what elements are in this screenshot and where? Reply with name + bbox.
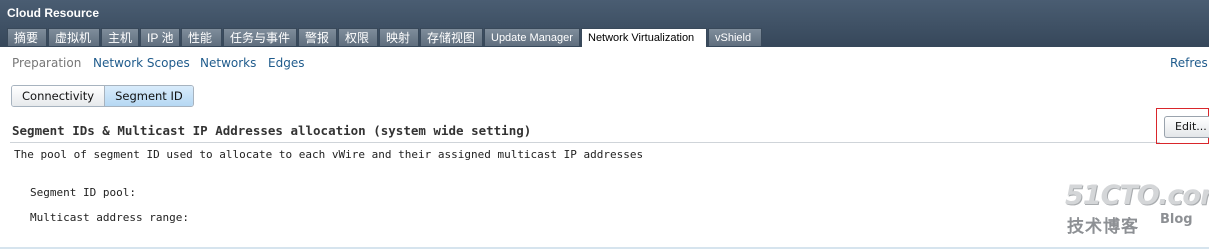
- tab-permissions[interactable]: 权限: [338, 28, 378, 46]
- bottom-border: [0, 247, 1209, 249]
- segment-id-pool-label: Segment ID pool:: [30, 186, 136, 199]
- tab-tasks-events[interactable]: 任务与事件: [223, 28, 297, 46]
- refresh-link[interactable]: Refres: [1170, 56, 1208, 70]
- multicast-address-range-label: Multicast address range:: [30, 211, 189, 224]
- edit-button[interactable]: Edit...: [1164, 116, 1209, 138]
- tab-summary[interactable]: 摘要: [7, 28, 47, 46]
- tab-network-virtualization[interactable]: Network Virtualization: [581, 28, 707, 47]
- section-divider: [10, 142, 1160, 143]
- watermark-logo: 51CTO.com 技术博客 Blog: [1065, 180, 1209, 240]
- subnav-networks[interactable]: Networks: [200, 56, 256, 70]
- section-description: The pool of segment ID used to allocate …: [14, 148, 644, 161]
- tab-ip-pools[interactable]: IP 池: [140, 28, 180, 46]
- view-toggle: Connectivity Segment ID: [11, 85, 194, 107]
- subnav-preparation[interactable]: Preparation: [12, 56, 81, 70]
- tab-hosts[interactable]: 主机: [101, 28, 139, 46]
- segment-id-toggle-button[interactable]: Segment ID: [105, 86, 193, 106]
- tab-storage-views[interactable]: 存储视图: [420, 28, 483, 46]
- tab-vshield[interactable]: vShield: [708, 28, 762, 46]
- subnav-edges[interactable]: Edges: [268, 56, 304, 70]
- window-title: Cloud Resource: [7, 6, 100, 20]
- tab-alarms[interactable]: 警报: [298, 28, 337, 46]
- section-heading: Segment IDs & Multicast IP Addresses all…: [12, 123, 532, 138]
- subnav-network-scopes[interactable]: Network Scopes: [93, 56, 190, 70]
- watermark-site: 51CTO.com: [1065, 180, 1209, 211]
- tab-strip: 摘要 虚拟机 主机 IP 池 性能 任务与事件 警报 权限 映射 存储视图 Up…: [0, 28, 1209, 47]
- header-bar: Cloud Resource 摘要 虚拟机 主机 IP 池 性能 任务与事件 警…: [0, 0, 1209, 47]
- tab-performance[interactable]: 性能: [181, 28, 222, 46]
- tab-update-manager[interactable]: Update Manager: [484, 28, 580, 46]
- tab-maps[interactable]: 映射: [379, 28, 419, 46]
- watermark-subtitle: 技术博客: [1067, 217, 1139, 237]
- tab-virtual-machines[interactable]: 虚拟机: [48, 28, 100, 46]
- watermark-blog: Blog: [1160, 212, 1193, 227]
- connectivity-toggle-button[interactable]: Connectivity: [12, 86, 106, 106]
